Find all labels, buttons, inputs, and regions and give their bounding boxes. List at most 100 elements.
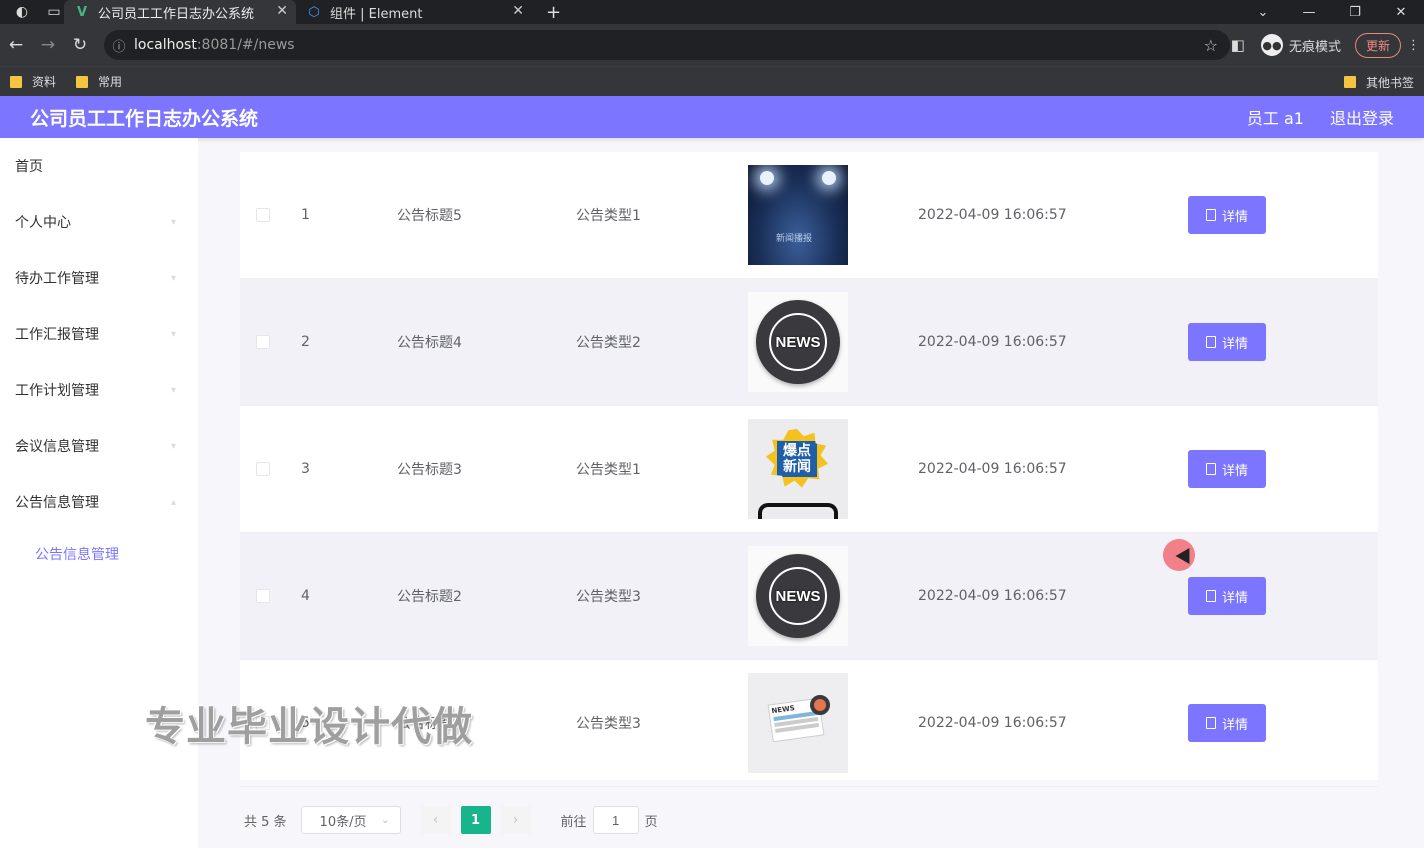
row-checkbox[interactable] <box>256 589 270 603</box>
page-size-value: 10条/页 <box>319 814 367 830</box>
other-bookmarks[interactable]: 其他书签 <box>1343 67 1414 97</box>
watermark-text: 专业毕业设计代做 <box>145 704 473 750</box>
tab-element[interactable]: ⬡ 组件 | Element ✕ <box>296 0 532 24</box>
page-size-select[interactable]: 10条/页 ⌄ <box>300 806 401 834</box>
app-header: 公司员工工作日志办公系统 员工 a1 退出登录 <box>0 96 1424 138</box>
chevron-down-icon: ⌄ <box>381 814 390 826</box>
bookmark-label: 其他书签 <box>1365 75 1414 90</box>
close-icon[interactable]: ✕ <box>512 3 524 19</box>
user-box: 员工 a1 退出登录 <box>1247 96 1394 138</box>
row-title: 公告标题4 <box>397 335 462 351</box>
sidebar-item-home[interactable]: 首页 <box>0 138 198 194</box>
row-type: 公告类型1 <box>576 462 641 478</box>
bookmark-label: 常用 <box>98 75 123 89</box>
detail-button[interactable]: 详情 <box>1188 450 1266 488</box>
stage-caption: 新闻播报 <box>776 234 813 244</box>
news-text: NEWS <box>769 567 827 625</box>
logout-link[interactable]: 退出登录 <box>1330 105 1394 129</box>
tab-search-icon[interactable]: ▭ <box>44 2 64 22</box>
row-index: 2 <box>301 334 310 350</box>
goto-page-input[interactable] <box>592 806 639 834</box>
tab-app[interactable]: V 公司员工工作日志办公系统 ✕ <box>64 0 296 24</box>
hot-news-image: 爆点新闻 <box>748 419 848 519</box>
new-tab-icon[interactable]: + <box>546 2 561 23</box>
prev-page-button[interactable]: ‹ <box>420 806 451 834</box>
detail-button[interactable]: 详情 <box>1188 196 1266 234</box>
pagination-total: 共 5 条 <box>244 814 287 830</box>
detail-button[interactable]: 详情 <box>1188 704 1266 742</box>
next-page-button[interactable]: › <box>500 806 531 834</box>
sidebar-item-meeting[interactable]: 会议信息管理 ▾ <box>0 418 198 474</box>
bookmark-folder[interactable]: 常用 <box>76 73 122 90</box>
more-menu-icon[interactable]: ⋮ <box>1407 38 1420 53</box>
close-icon[interactable]: ✕ <box>276 3 288 19</box>
detail-label: 详情 <box>1221 717 1248 733</box>
table-row: 1 公告标题5 公告类型1 新闻播报 2022-04-09 16:06:57 详… <box>240 152 1378 279</box>
row-title: 公告标题3 <box>397 462 462 478</box>
goto-suffix: 页 <box>644 814 658 830</box>
detail-label: 详情 <box>1221 463 1248 479</box>
reload-icon[interactable]: ↻ <box>64 35 96 55</box>
document-icon <box>1205 463 1216 475</box>
page-number-current[interactable]: 1 <box>460 806 491 834</box>
row-checkbox[interactable] <box>256 335 270 349</box>
back-icon[interactable]: ← <box>0 35 32 55</box>
update-button[interactable]: 更新 <box>1354 32 1401 58</box>
sidebar-item-todo[interactable]: 待办工作管理 ▾ <box>0 250 198 306</box>
sidebar-item-report[interactable]: 工作汇报管理 ▾ <box>0 306 198 362</box>
detail-button[interactable]: 详情 <box>1188 577 1266 615</box>
row-checkbox[interactable] <box>256 462 270 476</box>
close-window-icon[interactable]: ✕ <box>1378 5 1424 20</box>
table-row: 4 公告标题2 公告类型3 NEWS 2022-04-09 16:06:57 详… <box>240 533 1378 660</box>
incognito-icon: ●● <box>1260 34 1283 56</box>
pagination: 共 5 条 10条/页 ⌄ ‹ 1 › 前往 页 <box>244 806 658 834</box>
row-checkbox[interactable] <box>256 208 270 222</box>
chevron-down-icon: ▾ <box>170 328 176 340</box>
detail-button[interactable]: 详情 <box>1188 323 1266 361</box>
sidebar-subitem-notice[interactable]: 公告信息管理 <box>0 530 198 578</box>
row-title: 公告标题2 <box>397 589 462 605</box>
detail-label: 详情 <box>1221 336 1248 352</box>
sidebar-item-plan[interactable]: 工作计划管理 ▾ <box>0 362 198 418</box>
row-image: NEWS <box>748 673 848 773</box>
url-path: :8081/#/news <box>196 37 295 53</box>
hot-news-text: 爆点新闻 <box>777 441 817 477</box>
notice-table: 1 公告标题5 公告类型1 新闻播报 2022-04-09 16:06:57 详… <box>240 152 1378 787</box>
bookmark-folder[interactable]: 资料 <box>10 73 56 90</box>
browser-menu-icon[interactable]: ◐ <box>12 2 32 22</box>
chevron-up-icon: ▴ <box>170 496 176 508</box>
chevron-down-icon: ▾ <box>170 272 176 284</box>
minimize-icon[interactable]: — <box>1286 5 1332 20</box>
address-bar-row: ← → ↻ ⓘ localhost:8081/#/news ☆ ◧ ●● 无痕模… <box>0 24 1424 66</box>
incognito-label: 无痕模式 <box>1288 39 1341 55</box>
sidepanel-icon[interactable]: ◧ <box>1231 36 1245 54</box>
incognito-indicator[interactable]: ●● 无痕模式 <box>1260 34 1341 56</box>
url-input[interactable]: ⓘ localhost:8081/#/news ☆ <box>104 30 1230 60</box>
row-time: 2022-04-09 16:06:57 <box>918 461 1067 477</box>
tab-label: 公司员工工作日志办公系统 <box>98 6 255 22</box>
row-index: 3 <box>301 461 310 477</box>
table-row: 2 公告标题4 公告类型2 NEWS 2022-04-09 16:06:57 详… <box>240 279 1378 406</box>
detail-label: 详情 <box>1221 209 1248 225</box>
tab-label: 组件 | Element <box>330 6 423 22</box>
chevron-down-icon: ▾ <box>170 440 176 452</box>
document-icon <box>1205 336 1216 348</box>
restore-icon[interactable]: ❐ <box>1332 5 1378 20</box>
forward-icon[interactable]: → <box>32 35 64 55</box>
info-icon[interactable]: ⓘ <box>104 36 134 55</box>
sidebar-item-profile[interactable]: 个人中心 ▾ <box>0 194 198 250</box>
row-time: 2022-04-09 16:06:57 <box>918 588 1067 604</box>
goto-prefix: 前往 <box>560 814 587 830</box>
row-title: 公告标题5 <box>397 208 462 224</box>
table-row: 3 公告标题3 公告类型1 爆点新闻 2022-04-09 16:06:57 详… <box>240 406 1378 533</box>
star-icon[interactable]: ☆ <box>1204 36 1218 55</box>
browser-right-controls: ◧ ●● 无痕模式 更新 ⋮ <box>1231 24 1424 66</box>
sidebar-item-notice[interactable]: 公告信息管理 ▴ <box>0 474 198 530</box>
row-image: NEWS <box>748 546 848 646</box>
news-globe-image: NEWS <box>748 292 848 392</box>
row-time: 2022-04-09 16:06:57 <box>918 334 1067 350</box>
chevron-down-icon[interactable]: ⌄ <box>1240 5 1286 20</box>
user-name: 员工 a1 <box>1246 109 1304 128</box>
element-logo-icon: ⬡ <box>308 4 320 20</box>
news-globe-image: NEWS <box>748 546 848 646</box>
